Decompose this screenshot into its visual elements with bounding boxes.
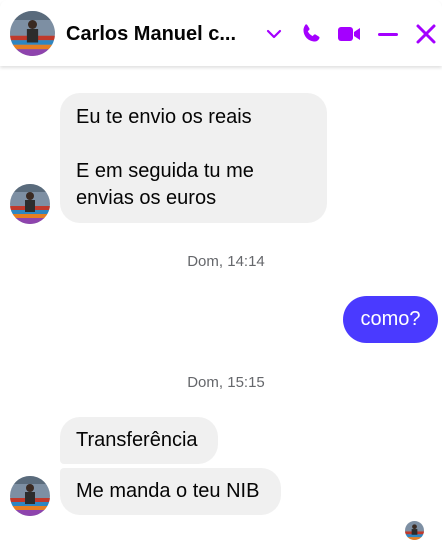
video-icon[interactable] <box>335 20 363 48</box>
minimize-icon[interactable] <box>374 20 402 48</box>
chevron-down-icon[interactable] <box>260 20 288 48</box>
timestamp: Dom, 14:14 <box>187 253 265 270</box>
sender-avatar[interactable] <box>10 184 50 224</box>
message-text: E em seguida tu me <box>76 160 254 182</box>
message-text: Transferência <box>76 429 198 451</box>
incoming-message-bubble[interactable]: Eu te envio os reais E em seguida tu me … <box>60 93 327 223</box>
timestamp: Dom, 15:15 <box>187 374 265 391</box>
outgoing-message-bubble[interactable]: como? <box>343 296 438 343</box>
phone-icon[interactable] <box>297 20 325 48</box>
close-icon[interactable] <box>412 20 440 48</box>
message-text: Me manda o teu NIB <box>76 480 260 502</box>
sender-avatar[interactable] <box>10 476 50 516</box>
contact-name[interactable]: Carlos Manuel c... <box>66 21 252 47</box>
avatar-image <box>10 11 55 56</box>
message-text: como? <box>360 308 421 330</box>
incoming-message-bubble[interactable]: Me manda o teu NIB <box>60 468 281 515</box>
chat-header: Carlos Manuel c... <box>0 0 442 66</box>
message-text: envias os euros <box>76 187 217 209</box>
contact-avatar[interactable] <box>10 11 55 56</box>
incoming-message-bubble[interactable]: Transferência <box>60 417 218 464</box>
read-receipt-avatar <box>405 521 424 540</box>
message-text: Eu te envio os reais <box>76 106 252 128</box>
